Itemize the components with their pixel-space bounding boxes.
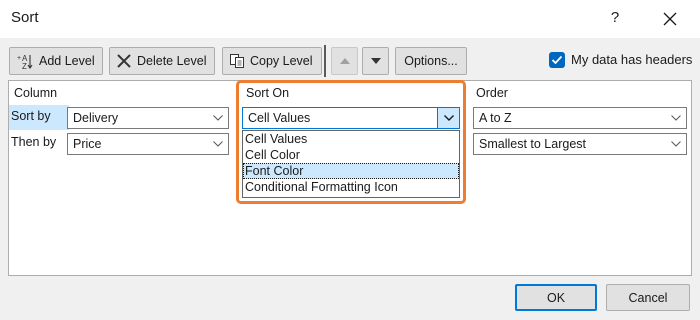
toolbar-separator xyxy=(324,45,326,77)
dialog-title: Sort xyxy=(11,9,39,26)
headers-checkbox[interactable] xyxy=(549,52,565,68)
dropdown-option-conditional-formatting-icon[interactable]: Conditional Formatting Icon xyxy=(243,179,459,195)
copy-level-label: Copy Level xyxy=(250,54,313,68)
column-header-sort-on: Sort On xyxy=(246,86,290,100)
column-header-column: Column xyxy=(14,86,58,100)
row-label-sort-by[interactable]: Sort by xyxy=(11,109,51,123)
dropdown-option-cell-values[interactable]: Cell Values xyxy=(243,131,459,147)
sort-on-select[interactable]: Cell Values xyxy=(242,107,460,129)
help-button[interactable]: ? xyxy=(600,4,630,32)
svg-text:Z: Z xyxy=(22,62,27,70)
then-by-order-select[interactable]: Smallest to Largest xyxy=(473,133,687,155)
chevron-down-icon xyxy=(208,108,228,128)
sort-by-order-value: A to Z xyxy=(479,111,512,125)
sort-by-column-select[interactable]: Delivery xyxy=(67,107,229,129)
move-down-button[interactable] xyxy=(362,47,389,75)
sort-by-column-value: Delivery xyxy=(73,111,119,125)
add-level-icon: + A Z xyxy=(16,52,34,70)
copy-level-button[interactable]: Copy Level xyxy=(222,47,322,75)
checkmark-icon xyxy=(551,55,563,65)
arrow-up-icon xyxy=(339,58,350,64)
chevron-down-icon xyxy=(666,134,686,154)
cancel-button[interactable]: Cancel xyxy=(606,284,690,311)
headers-checkbox-label[interactable]: My data has headers xyxy=(571,52,692,67)
column-header-order: Order xyxy=(476,86,508,100)
then-by-order-value: Smallest to Largest xyxy=(479,137,586,151)
close-icon xyxy=(663,12,677,26)
chevron-down-icon xyxy=(437,108,459,128)
options-label: Options... xyxy=(404,54,458,68)
dropdown-option-font-color[interactable]: Font Color xyxy=(243,163,459,179)
chevron-down-icon xyxy=(666,108,686,128)
add-level-label: Add Level xyxy=(39,54,95,68)
delete-level-label: Delete Level xyxy=(137,54,207,68)
svg-text:+: + xyxy=(17,55,21,62)
move-up-button[interactable] xyxy=(331,47,358,75)
arrow-down-icon xyxy=(370,58,381,64)
add-level-button[interactable]: + A Z Add Level xyxy=(9,47,103,75)
copy-icon xyxy=(229,53,245,69)
then-by-column-select[interactable]: Price xyxy=(67,133,229,155)
ok-button[interactable]: OK xyxy=(515,284,597,311)
chevron-down-icon xyxy=(208,134,228,154)
options-button[interactable]: Options... xyxy=(395,47,467,75)
delete-icon xyxy=(116,53,132,69)
delete-level-button[interactable]: Delete Level xyxy=(109,47,215,75)
close-button[interactable] xyxy=(652,4,688,32)
sort-by-order-select[interactable]: A to Z xyxy=(473,107,687,129)
row-label-then-by[interactable]: Then by xyxy=(11,135,56,149)
then-by-column-value: Price xyxy=(73,137,102,151)
dropdown-option-cell-color[interactable]: Cell Color xyxy=(243,147,459,163)
grid-header: Column Sort On Order xyxy=(9,81,693,105)
sort-on-value: Cell Values xyxy=(248,111,311,125)
sort-on-dropdown-list: Cell Values Cell Color Font Color Condit… xyxy=(242,130,460,198)
title-bar: Sort ? xyxy=(0,0,700,38)
